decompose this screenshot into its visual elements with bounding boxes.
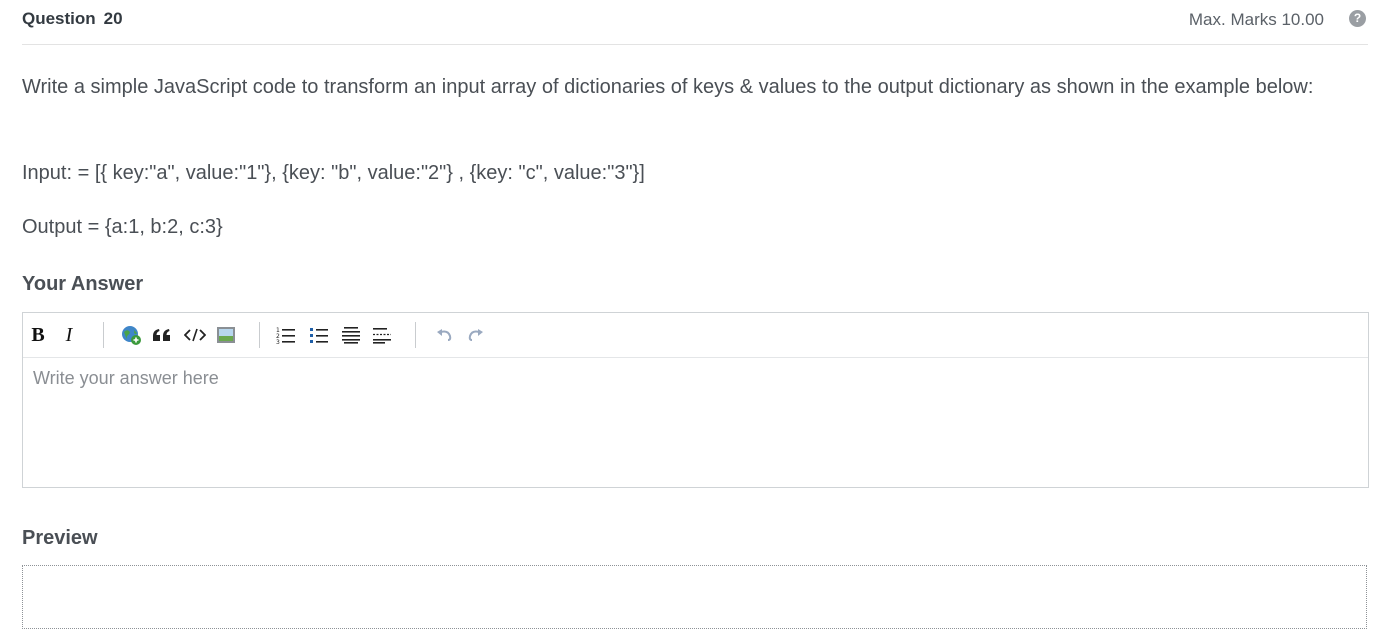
question-text: Write a simple JavaScript code to transf… (22, 76, 1314, 98)
horizontal-rule-icon[interactable] (371, 323, 393, 347)
bold-button[interactable]: B (29, 323, 47, 347)
bulleted-list-icon[interactable] (308, 323, 330, 347)
italic-button[interactable]: I (61, 323, 77, 347)
your-answer-label: Your Answer (22, 273, 144, 295)
code-icon[interactable] (183, 323, 207, 347)
redo-icon[interactable] (465, 323, 485, 347)
svg-text:3: 3 (276, 339, 280, 344)
question-circle-icon[interactable]: ? (1349, 10, 1366, 27)
heading-icon[interactable] (340, 323, 362, 347)
toolbar-separator (415, 322, 416, 348)
question-title: Question 20 (22, 9, 123, 29)
toolbar-separator (259, 322, 260, 348)
ordered-list-icon[interactable]: 1 2 3 (275, 323, 297, 347)
max-marks: Max. Marks 10.00 (1188, 10, 1324, 29)
quote-icon[interactable] (151, 323, 173, 347)
question-page: Question 20 Max. Marks 10.00 ? Write a si… (0, 0, 1399, 639)
preview-label: Preview (22, 527, 98, 549)
question-input-example: Input: = [{ key:"a", value:"1"}, {key: "… (22, 162, 645, 184)
toolbar-separator (103, 322, 104, 348)
question-header: Question 20 Max. Marks 10.00 ? (22, 0, 1368, 45)
question-number: 20 (103, 9, 123, 28)
answer-editor: B I 1 2 3 Write your answer here (22, 312, 1369, 488)
question-output-example: Output = {a:1, b:2, c:3} (22, 216, 223, 238)
undo-icon[interactable] (435, 323, 455, 347)
question-label: Question (22, 9, 96, 28)
editor-toolbar: B I 1 2 3 (23, 313, 1368, 358)
link-icon[interactable] (119, 323, 143, 347)
image-icon[interactable] (215, 323, 237, 347)
answer-input[interactable] (23, 358, 1368, 486)
preview-box (22, 565, 1367, 629)
